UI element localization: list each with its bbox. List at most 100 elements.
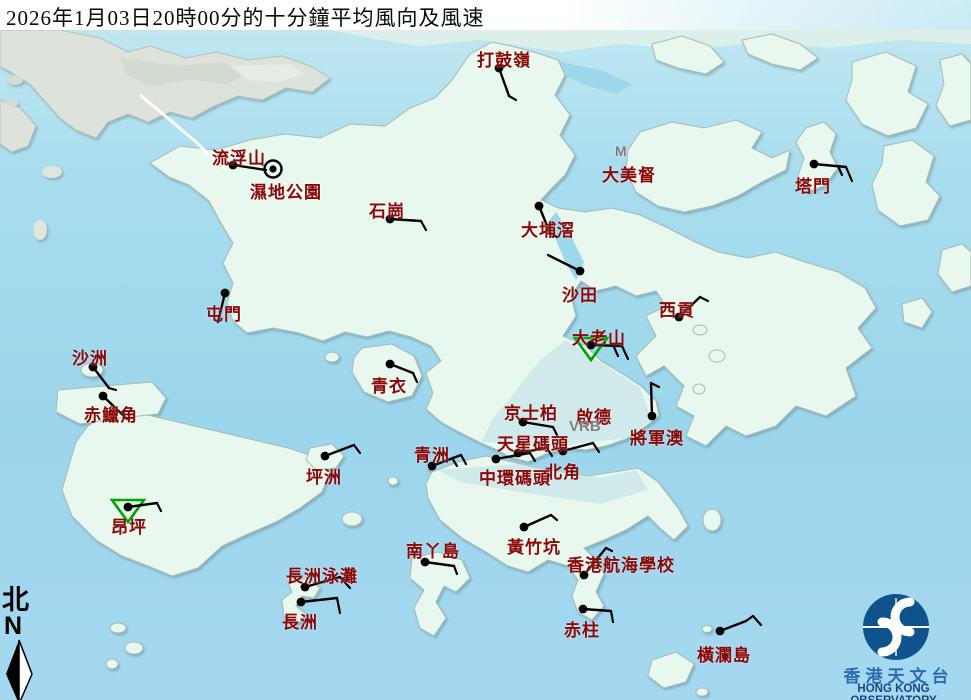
- wind-barb-shaft: [546, 253, 582, 273]
- wind-barb-feather: [411, 371, 419, 384]
- wind-barb-shaft: [522, 513, 553, 529]
- station-tsing-yi: [385, 359, 419, 384]
- station-dot: [385, 214, 395, 224]
- station-tates-cairn: [572, 336, 630, 363]
- station-dot: [558, 446, 568, 456]
- wind-barb-feather: [155, 501, 163, 513]
- wind-barb-feather: [698, 295, 710, 303]
- wind-barb-shaft: [589, 343, 624, 348]
- wind-barb-shaft: [323, 443, 356, 458]
- station-tap-mun: [809, 159, 854, 183]
- station-dot: [420, 557, 430, 567]
- wind-barb-shaft: [812, 162, 848, 169]
- station-dot: [98, 391, 108, 401]
- wind-barb-feather: [744, 614, 755, 623]
- station-shek-kong: [385, 214, 428, 232]
- station-dot: [296, 597, 306, 607]
- title-bar: 2026年1月03日20時00分的十分鐘平均風向及風速: [0, 0, 971, 30]
- wind-barb-shaft: [521, 420, 555, 429]
- station-dot: [491, 454, 501, 464]
- hko-name-english: HONG KONG OBSERVATORY: [850, 683, 936, 700]
- wind-barb-layer: [88, 63, 854, 636]
- station-dot: [300, 582, 310, 592]
- wind-barb-feather: [338, 575, 352, 590]
- wind-barb-shaft: [494, 451, 532, 461]
- station-peng-chau: [320, 443, 362, 461]
- station-stanley: [578, 604, 615, 624]
- wind-barb-shaft: [303, 575, 342, 589]
- wind-barb-shaft: [516, 446, 549, 455]
- wind-barb-shaft: [231, 163, 268, 172]
- station-dot: [674, 312, 684, 322]
- station-dot: [534, 201, 544, 211]
- station-dot: [494, 63, 504, 73]
- wind-barb-shaft: [649, 381, 654, 418]
- wind-map: 打鼓嶺 流浮山 濕地公園 石崗 大埔滘 大美督 塔門 沙田 西貢 屯門 大老山 沙洲 青衣 赤鱲角 京士柏啟…: [0, 0, 971, 700]
- wind-barb-shaft: [561, 441, 595, 453]
- station-dot: [809, 159, 819, 169]
- station-green-island: [427, 453, 468, 471]
- wind-barb-shaft: [101, 394, 129, 421]
- wind-barb-feather: [751, 614, 763, 627]
- station-dot: [586, 340, 596, 350]
- wind-barb-feather: [528, 451, 537, 463]
- wind-barb-feather: [844, 165, 854, 183]
- station-tseung-kwan-o: [647, 381, 661, 421]
- station-dot: [88, 362, 98, 372]
- wind-barb-feather: [107, 386, 118, 392]
- station-wong-chuk-hang: [519, 513, 559, 532]
- station-lamma-island: [420, 557, 459, 576]
- compass-needle-icon: [6, 639, 33, 700]
- station-waglan-island: [715, 614, 763, 636]
- wind-barb-feather: [459, 453, 468, 466]
- station-tai-po-kau: [534, 201, 559, 239]
- wind-barb-feather: [545, 446, 554, 458]
- station-lau-fau-shan: [228, 160, 268, 172]
- north-indicator: 北 N: [2, 585, 38, 700]
- wind-barb-feather: [450, 456, 459, 468]
- station-dot: [578, 604, 588, 614]
- wind-barb-feather: [620, 344, 630, 361]
- hko-logo: 香港天文台 HONG KONG OBSERVATORY: [830, 584, 971, 700]
- wind-barb-shaft: [497, 66, 511, 98]
- station-dot: [518, 417, 528, 427]
- station-dot: [427, 461, 437, 471]
- wind-barb-feather: [591, 441, 601, 454]
- station-north-point: [558, 441, 601, 456]
- station-dot: [385, 359, 395, 369]
- wind-barb-feather: [609, 609, 615, 624]
- station-dot: [647, 411, 657, 421]
- station-dot: [715, 626, 725, 636]
- wind-barb-feather: [352, 443, 362, 455]
- station-wetland-park: [263, 159, 283, 179]
- station-dot: [519, 522, 529, 532]
- wind-barb-feather: [549, 513, 559, 522]
- wind-barb-feather: [548, 231, 559, 239]
- wind-barb-feather: [452, 564, 459, 576]
- station-dot: [228, 160, 238, 170]
- station-central-pier: [491, 451, 537, 464]
- station-kings-park: [518, 417, 559, 437]
- station-dot: [320, 451, 330, 461]
- station-dot: [575, 266, 585, 276]
- map-title: 2026年1月03日20時00分的十分鐘平均風向及風速: [6, 6, 485, 30]
- station-dot: [123, 502, 133, 512]
- station-ta-kwu-ling: [494, 63, 518, 102]
- station-chek-lap-kok: [98, 391, 129, 421]
- wind-barb-shaft: [582, 546, 608, 577]
- station-sha-chau: [88, 362, 118, 392]
- station-dot: [220, 288, 230, 298]
- wind-barb-feather: [551, 425, 559, 437]
- station-cheung-chau: [296, 596, 342, 615]
- station-hk-sea-school: [579, 546, 614, 580]
- station-sai-kung: [674, 295, 710, 322]
- station-dot: [579, 570, 589, 580]
- station-sha-tin: [546, 253, 585, 276]
- wind-barb-feather: [507, 94, 518, 102]
- north-letter-label: N: [4, 612, 23, 640]
- calm-wind-center-dot: [269, 165, 277, 173]
- north-chinese-label: 北: [2, 585, 29, 616]
- station-ngong-ping: [109, 498, 163, 525]
- wind-barb-feather: [604, 546, 614, 553]
- wind-barb-shaft: [388, 217, 423, 223]
